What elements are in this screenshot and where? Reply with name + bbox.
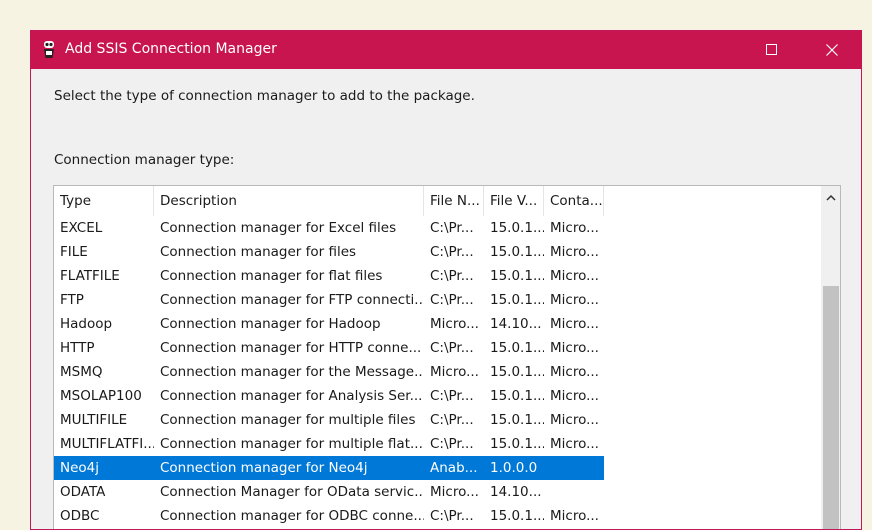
cell-file-name: C:\Pr... [430, 508, 474, 524]
cell-file-version: 15.0.1... [490, 508, 544, 524]
cell-contact: Micro... [550, 436, 599, 452]
cell-description: Connection manager for FTP connecti... [160, 292, 424, 308]
table-row[interactable]: MSMQ Connection manager for the Message..… [54, 360, 822, 384]
cell-contact [544, 480, 604, 504]
cell-file-version: 15.0.1... [490, 364, 544, 380]
cell-file-version: 15.0.1... [490, 292, 544, 308]
cell-file-version: 15.0.1... [490, 436, 544, 452]
table-row[interactable]: MSOLAP100 Connection manager for Analysis… [54, 384, 822, 408]
cell-description: Connection manager for Neo4j [160, 460, 368, 476]
connection-type-list[interactable]: Type Description File N... File V... Con… [53, 185, 841, 529]
cell-type: MSOLAP100 [60, 388, 142, 404]
list-header: Type Description File N... File V... Con… [54, 186, 822, 216]
vertical-scrollbar[interactable] [821, 186, 840, 529]
column-header-contact[interactable]: Conta... [544, 186, 604, 216]
cell-file-name: Anab... [430, 460, 478, 476]
cell-description: Connection manager for HTTP conne... [160, 340, 422, 356]
cell-contact: Micro... [550, 220, 599, 236]
cell-type: HTTP [60, 340, 95, 356]
cell-contact [544, 456, 604, 480]
maximize-button[interactable] [749, 31, 795, 69]
cell-description: Connection manager for flat files [160, 268, 383, 284]
cell-file-version: 14.10... [490, 484, 542, 500]
cell-contact: Micro... [550, 268, 599, 284]
cell-description: Connection manager for multiple files [160, 412, 416, 428]
maximize-icon [766, 44, 777, 55]
cell-description: Connection manager for Hadoop [160, 316, 381, 332]
scrollbar-thumb[interactable] [823, 286, 839, 529]
cell-type: Neo4j [60, 460, 100, 476]
table-row[interactable]: FILE Connection manager for files C:\Pr...… [54, 240, 822, 264]
instructions-text: Select the type of connection manager to… [54, 88, 475, 104]
cell-file-version: 15.0.1... [490, 340, 544, 356]
cell-type: FTP [60, 292, 84, 308]
close-icon [826, 44, 838, 56]
column-header-file-name[interactable]: File N... [424, 186, 484, 216]
table-row[interactable]: ODATA Connection Manager for OData servic… [54, 480, 822, 504]
cell-contact: Micro... [550, 316, 599, 332]
cell-contact: Micro... [550, 388, 599, 404]
cell-file-name: C:\Pr... [430, 340, 474, 356]
cell-file-name: Micro... [430, 484, 479, 500]
table-row[interactable]: EXCEL Connection manager for Excel files C… [54, 216, 822, 240]
cell-contact: Micro... [550, 340, 599, 356]
table-row[interactable]: ODBC Connection manager for ODBC conne...… [54, 504, 822, 528]
ssis-app-icon [44, 41, 54, 58]
cell-file-version: 15.0.1... [490, 412, 544, 428]
chevron-up-icon [826, 194, 836, 201]
cell-file-name: C:\Pr... [430, 220, 474, 236]
cell-description: Connection manager for Excel files [160, 220, 397, 236]
cell-file-name: C:\Pr... [430, 292, 474, 308]
add-connection-manager-dialog: Add SSIS Connection Manager Select the t… [30, 30, 862, 530]
close-button[interactable] [809, 31, 855, 69]
cell-description: Connection manager for files [160, 244, 357, 260]
cell-type: MULTIFILE [60, 412, 128, 428]
cell-description: Connection manager for multiple flat... [160, 436, 423, 452]
connection-type-label: Connection manager type: [54, 152, 235, 168]
cell-contact: Micro... [550, 244, 599, 260]
column-header-type[interactable]: Type [54, 186, 154, 216]
table-row[interactable]: Neo4j Connection manager for Neo4j Anab...… [54, 456, 822, 480]
cell-contact: Micro... [550, 292, 599, 308]
cell-contact: Micro... [550, 364, 599, 380]
cell-file-version: 14.10... [490, 316, 542, 332]
title-bar[interactable]: Add SSIS Connection Manager [31, 31, 861, 69]
cell-description: Connection Manager for OData servic... [160, 484, 424, 500]
window-title: Add SSIS Connection Manager [65, 41, 277, 57]
cell-file-version: 1.0.0.0 [490, 460, 538, 476]
cell-description: Connection manager for Analysis Ser... [160, 388, 423, 404]
table-row[interactable]: Hadoop Connection manager for Hadoop Micro… [54, 312, 822, 336]
cell-file-version: 15.0.1... [490, 268, 544, 284]
cell-type: Hadoop [60, 316, 113, 332]
table-row[interactable]: FLATFILE Connection manager for flat file… [54, 264, 822, 288]
cell-type: MSMQ [60, 364, 103, 380]
table-row[interactable]: FTP Connection manager for FTP connecti..… [54, 288, 822, 312]
cell-file-version: 15.0.1... [490, 220, 544, 236]
cell-file-name: C:\Pr... [430, 412, 474, 428]
table-row[interactable]: HTTP Connection manager for HTTP conne...… [54, 336, 822, 360]
cell-file-version: 15.0.1... [490, 388, 544, 404]
cell-file-name: Micro... [430, 316, 479, 332]
scroll-up-button[interactable] [821, 186, 840, 210]
cell-type: FILE [60, 244, 88, 260]
cell-contact: Micro... [550, 412, 599, 428]
cell-type: MULTIFLATFI... [60, 436, 154, 452]
cell-file-name: C:\Pr... [430, 436, 474, 452]
cell-file-version: 15.0.1... [490, 244, 544, 260]
cell-type: EXCEL [60, 220, 103, 236]
cell-file-name: C:\Pr... [430, 244, 474, 260]
cell-type: ODBC [60, 508, 100, 524]
table-row[interactable]: MULTIFILE Connection manager for multiple… [54, 408, 822, 432]
cell-description: Connection manager for ODBC conne... [160, 508, 424, 524]
cell-file-name: Micro... [430, 364, 479, 380]
cell-type: FLATFILE [60, 268, 120, 284]
table-row[interactable]: MULTIFLATFI... Connection manager for mul… [54, 432, 822, 456]
cell-description: Connection manager for the Message... [160, 364, 424, 380]
column-header-file-version[interactable]: File V... [484, 186, 544, 216]
column-header-description[interactable]: Description [154, 186, 424, 216]
cell-file-name: C:\Pr... [430, 388, 474, 404]
cell-type: ODATA [60, 484, 106, 500]
cell-contact: Micro... [550, 508, 599, 524]
cell-file-name: C:\Pr... [430, 268, 474, 284]
